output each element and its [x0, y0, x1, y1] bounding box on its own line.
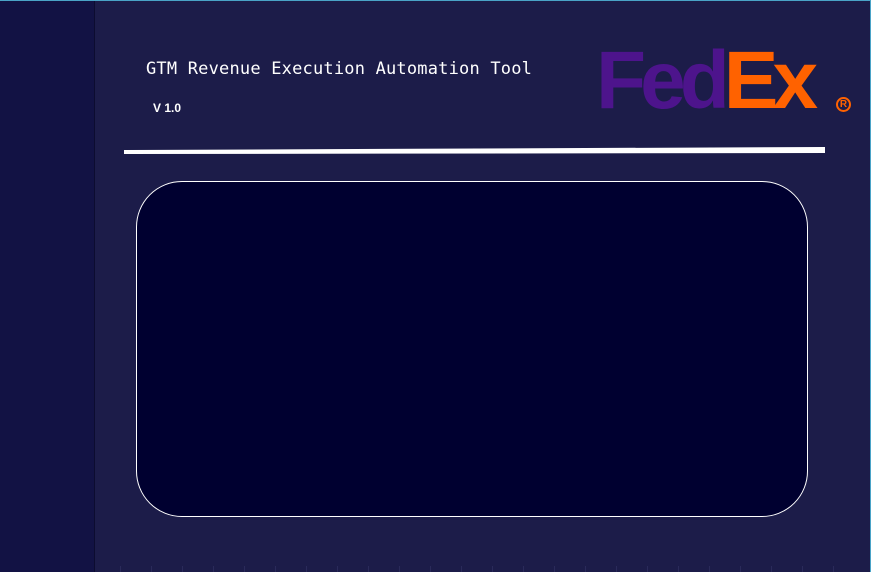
- grid-tick: [306, 566, 307, 572]
- grid-tick: [430, 566, 431, 572]
- grid-tick: [275, 566, 276, 572]
- grid-tick: [709, 566, 710, 572]
- grid-tick: [244, 566, 245, 572]
- grid-tick: [151, 566, 152, 572]
- grid-tick: [740, 566, 741, 572]
- grid-tick: [213, 566, 214, 572]
- grid-tick: [337, 566, 338, 572]
- grid-tick: [554, 566, 555, 572]
- app-title: GTM Revenue Execution Automation Tool: [146, 59, 533, 79]
- grid-tick: [771, 566, 772, 572]
- grid-tick: [647, 566, 648, 572]
- grid-tick: [585, 566, 586, 572]
- grid-tick: [368, 566, 369, 572]
- grid-tick: [492, 566, 493, 572]
- logo-fed-text: Fed: [596, 35, 730, 126]
- grid-tick: [678, 566, 679, 572]
- grid-tick: [802, 566, 803, 572]
- registered-trademark-icon: R: [836, 97, 851, 112]
- content-panel: [136, 181, 808, 517]
- grid-tick: [616, 566, 617, 572]
- grid-tick: [182, 566, 183, 572]
- grid-tick: [833, 566, 834, 572]
- grid-tick: [120, 566, 121, 572]
- version-label: V 1.0: [153, 101, 182, 115]
- grid-tick: [523, 566, 524, 572]
- fedex-logo: FedEx R: [596, 40, 858, 122]
- grid-tick: [399, 566, 400, 572]
- app-window: GTM Revenue Execution Automation Tool V …: [0, 0, 871, 572]
- grid-tick: [461, 566, 462, 572]
- header-divider: [124, 147, 825, 154]
- logo-ex-text: Ex: [723, 35, 818, 126]
- sidebar: [0, 1, 95, 572]
